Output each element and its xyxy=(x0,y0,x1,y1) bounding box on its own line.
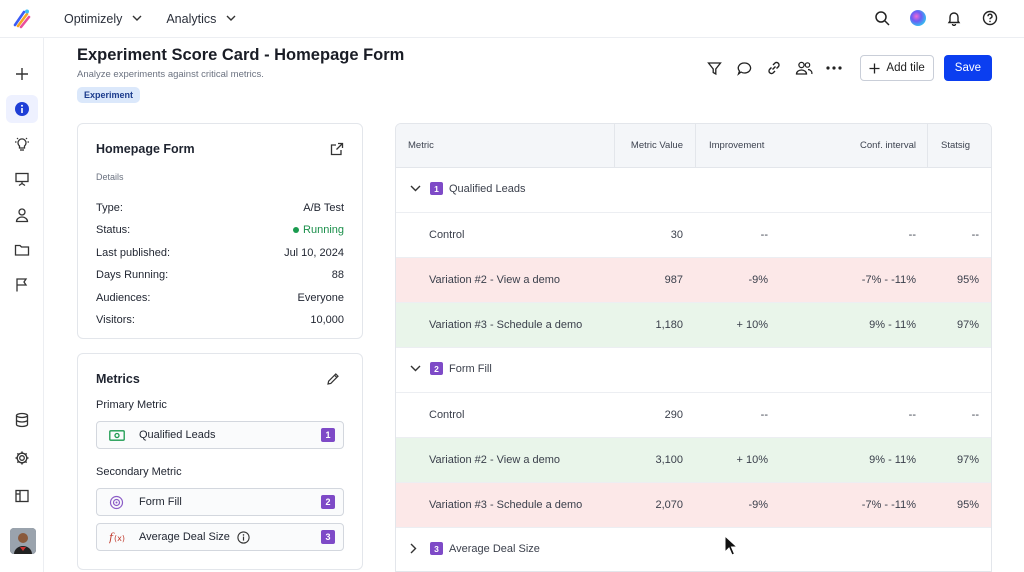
external-link-icon[interactable] xyxy=(330,142,344,161)
page-subtitle: Analyze experiments against critical met… xyxy=(77,69,264,80)
group-row-average-deal-size[interactable]: 3 Average Deal Size xyxy=(396,528,991,571)
table-row: Variation #2 - View a demo 987 -9% -7% -… xyxy=(396,258,991,303)
flag-icon[interactable] xyxy=(12,275,32,295)
status-dot-icon xyxy=(293,227,300,233)
metric-name: Average Deal Size xyxy=(139,531,230,543)
table-row: Variation #3 - Schedule a demo 2,070 -9%… xyxy=(396,483,991,528)
target-click-icon xyxy=(109,495,127,510)
metric-qualified-leads[interactable]: Qualified Leads 1 xyxy=(96,421,344,449)
metric-number-badge: 3 xyxy=(430,542,443,555)
col-improvement[interactable]: Improvement xyxy=(709,140,764,151)
table-row: Variation #3 - Schedule a demo 1,180 + 1… xyxy=(396,303,991,348)
chevron-down-icon[interactable] xyxy=(410,185,424,192)
layout-icon[interactable] xyxy=(12,486,32,506)
metric-average-deal-size[interactable]: f (x) Average Deal Size 3 xyxy=(96,523,344,551)
primary-metric-label: Primary Metric xyxy=(96,399,167,411)
table-row: Variation #2 - View a demo 3,100 + 10% 9… xyxy=(396,438,991,483)
money-icon xyxy=(109,429,127,441)
add-tile-button[interactable]: Add tile xyxy=(860,55,934,81)
function-icon: f (x) xyxy=(109,530,127,544)
menu-analytics[interactable]: Analytics xyxy=(166,12,216,26)
col-conf-interval[interactable]: Conf. interval xyxy=(860,140,916,151)
folder-icon[interactable] xyxy=(12,240,32,260)
pencil-icon[interactable] xyxy=(326,372,340,391)
svg-text:(x): (x) xyxy=(114,534,125,543)
metric-number-badge: 2 xyxy=(321,495,335,509)
chevron-down-icon[interactable] xyxy=(132,13,142,24)
detail-row-audiences: Audiences: Everyone xyxy=(96,292,344,304)
metric-number-badge: 3 xyxy=(321,530,335,544)
page-title: Experiment Score Card - Homepage Form xyxy=(77,46,405,64)
user-icon[interactable] xyxy=(12,205,32,225)
details-card: Homepage Form Details Type: A/B Test Sta… xyxy=(77,123,363,339)
metrics-card-title: Metrics xyxy=(96,372,140,386)
metric-number-badge: 2 xyxy=(430,362,443,375)
ai-assistant-icon[interactable] xyxy=(908,8,928,28)
add-tile-label: Add tile xyxy=(886,62,925,74)
col-metric-value[interactable]: Metric Value xyxy=(631,140,683,151)
group-name: Average Deal Size xyxy=(449,542,540,555)
detail-row-status: Status: Running xyxy=(96,224,344,236)
metric-name: Form Fill xyxy=(139,496,182,508)
top-bar: Optimizely Analytics xyxy=(0,0,1024,38)
table-row: Control 30 -- -- -- xyxy=(396,213,991,258)
table-row: Control 290 -- -- -- xyxy=(396,393,991,438)
plus-icon[interactable] xyxy=(12,64,32,84)
detail-row-type: Type: A/B Test xyxy=(96,202,344,214)
metrics-card: Metrics Primary Metric Qualified Leads 1… xyxy=(77,353,363,570)
filter-icon[interactable] xyxy=(704,58,724,78)
chevron-down-icon[interactable] xyxy=(226,13,236,24)
details-card-title: Homepage Form xyxy=(96,142,195,156)
database-icon[interactable] xyxy=(12,410,32,430)
optimizely-logo-icon xyxy=(13,9,31,28)
metric-form-fill[interactable]: Form Fill 2 xyxy=(96,488,344,516)
secondary-metric-label: Secondary Metric xyxy=(96,466,182,478)
presentation-icon[interactable] xyxy=(12,169,32,189)
save-button[interactable]: Save xyxy=(943,55,992,81)
info-icon[interactable] xyxy=(6,95,38,123)
chevron-right-icon[interactable] xyxy=(410,543,424,554)
detail-row-visitors: Visitors: 10,000 xyxy=(96,314,344,326)
help-icon[interactable] xyxy=(980,8,1000,28)
plus-icon xyxy=(869,63,880,73)
more-icon[interactable] xyxy=(824,58,844,78)
bell-icon[interactable] xyxy=(944,8,964,28)
comment-icon[interactable] xyxy=(734,58,754,78)
search-icon[interactable] xyxy=(872,8,892,28)
metric-number-badge: 1 xyxy=(430,182,443,195)
group-row-qualified-leads[interactable]: 1 Qualified Leads xyxy=(396,168,991,213)
metric-name: Qualified Leads xyxy=(139,429,216,441)
group-name: Qualified Leads xyxy=(449,182,526,195)
results-table: Metric Metric Value Improvement Conf. in… xyxy=(395,123,992,572)
left-sidebar xyxy=(0,38,44,572)
group-name: Form Fill xyxy=(449,362,492,375)
lightbulb-icon[interactable] xyxy=(12,134,32,154)
chevron-down-icon[interactable] xyxy=(410,365,424,372)
experiment-badge: Experiment xyxy=(77,87,141,103)
details-section-label: Details xyxy=(96,172,124,182)
col-statsig[interactable]: Statsig xyxy=(941,140,970,151)
app-logo[interactable] xyxy=(0,8,44,30)
status-badge: Running xyxy=(293,224,344,236)
toolbar: Add tile Save xyxy=(704,55,992,81)
mouse-cursor-icon xyxy=(724,534,739,562)
detail-row-days-running: Days Running: 88 xyxy=(96,269,344,281)
detail-row-last-published: Last published: Jul 10, 2024 xyxy=(96,247,344,259)
link-icon[interactable] xyxy=(764,58,784,78)
menu-optimizely[interactable]: Optimizely xyxy=(64,12,122,26)
info-icon[interactable] xyxy=(237,530,250,544)
metric-number-badge: 1 xyxy=(321,428,335,442)
avatar[interactable] xyxy=(10,528,36,554)
users-icon[interactable] xyxy=(794,58,814,78)
gear-icon[interactable] xyxy=(12,448,32,468)
table-header: Metric Metric Value Improvement Conf. in… xyxy=(396,124,991,168)
group-row-form-fill[interactable]: 2 Form Fill xyxy=(396,348,991,393)
col-metric[interactable]: Metric xyxy=(408,140,434,151)
